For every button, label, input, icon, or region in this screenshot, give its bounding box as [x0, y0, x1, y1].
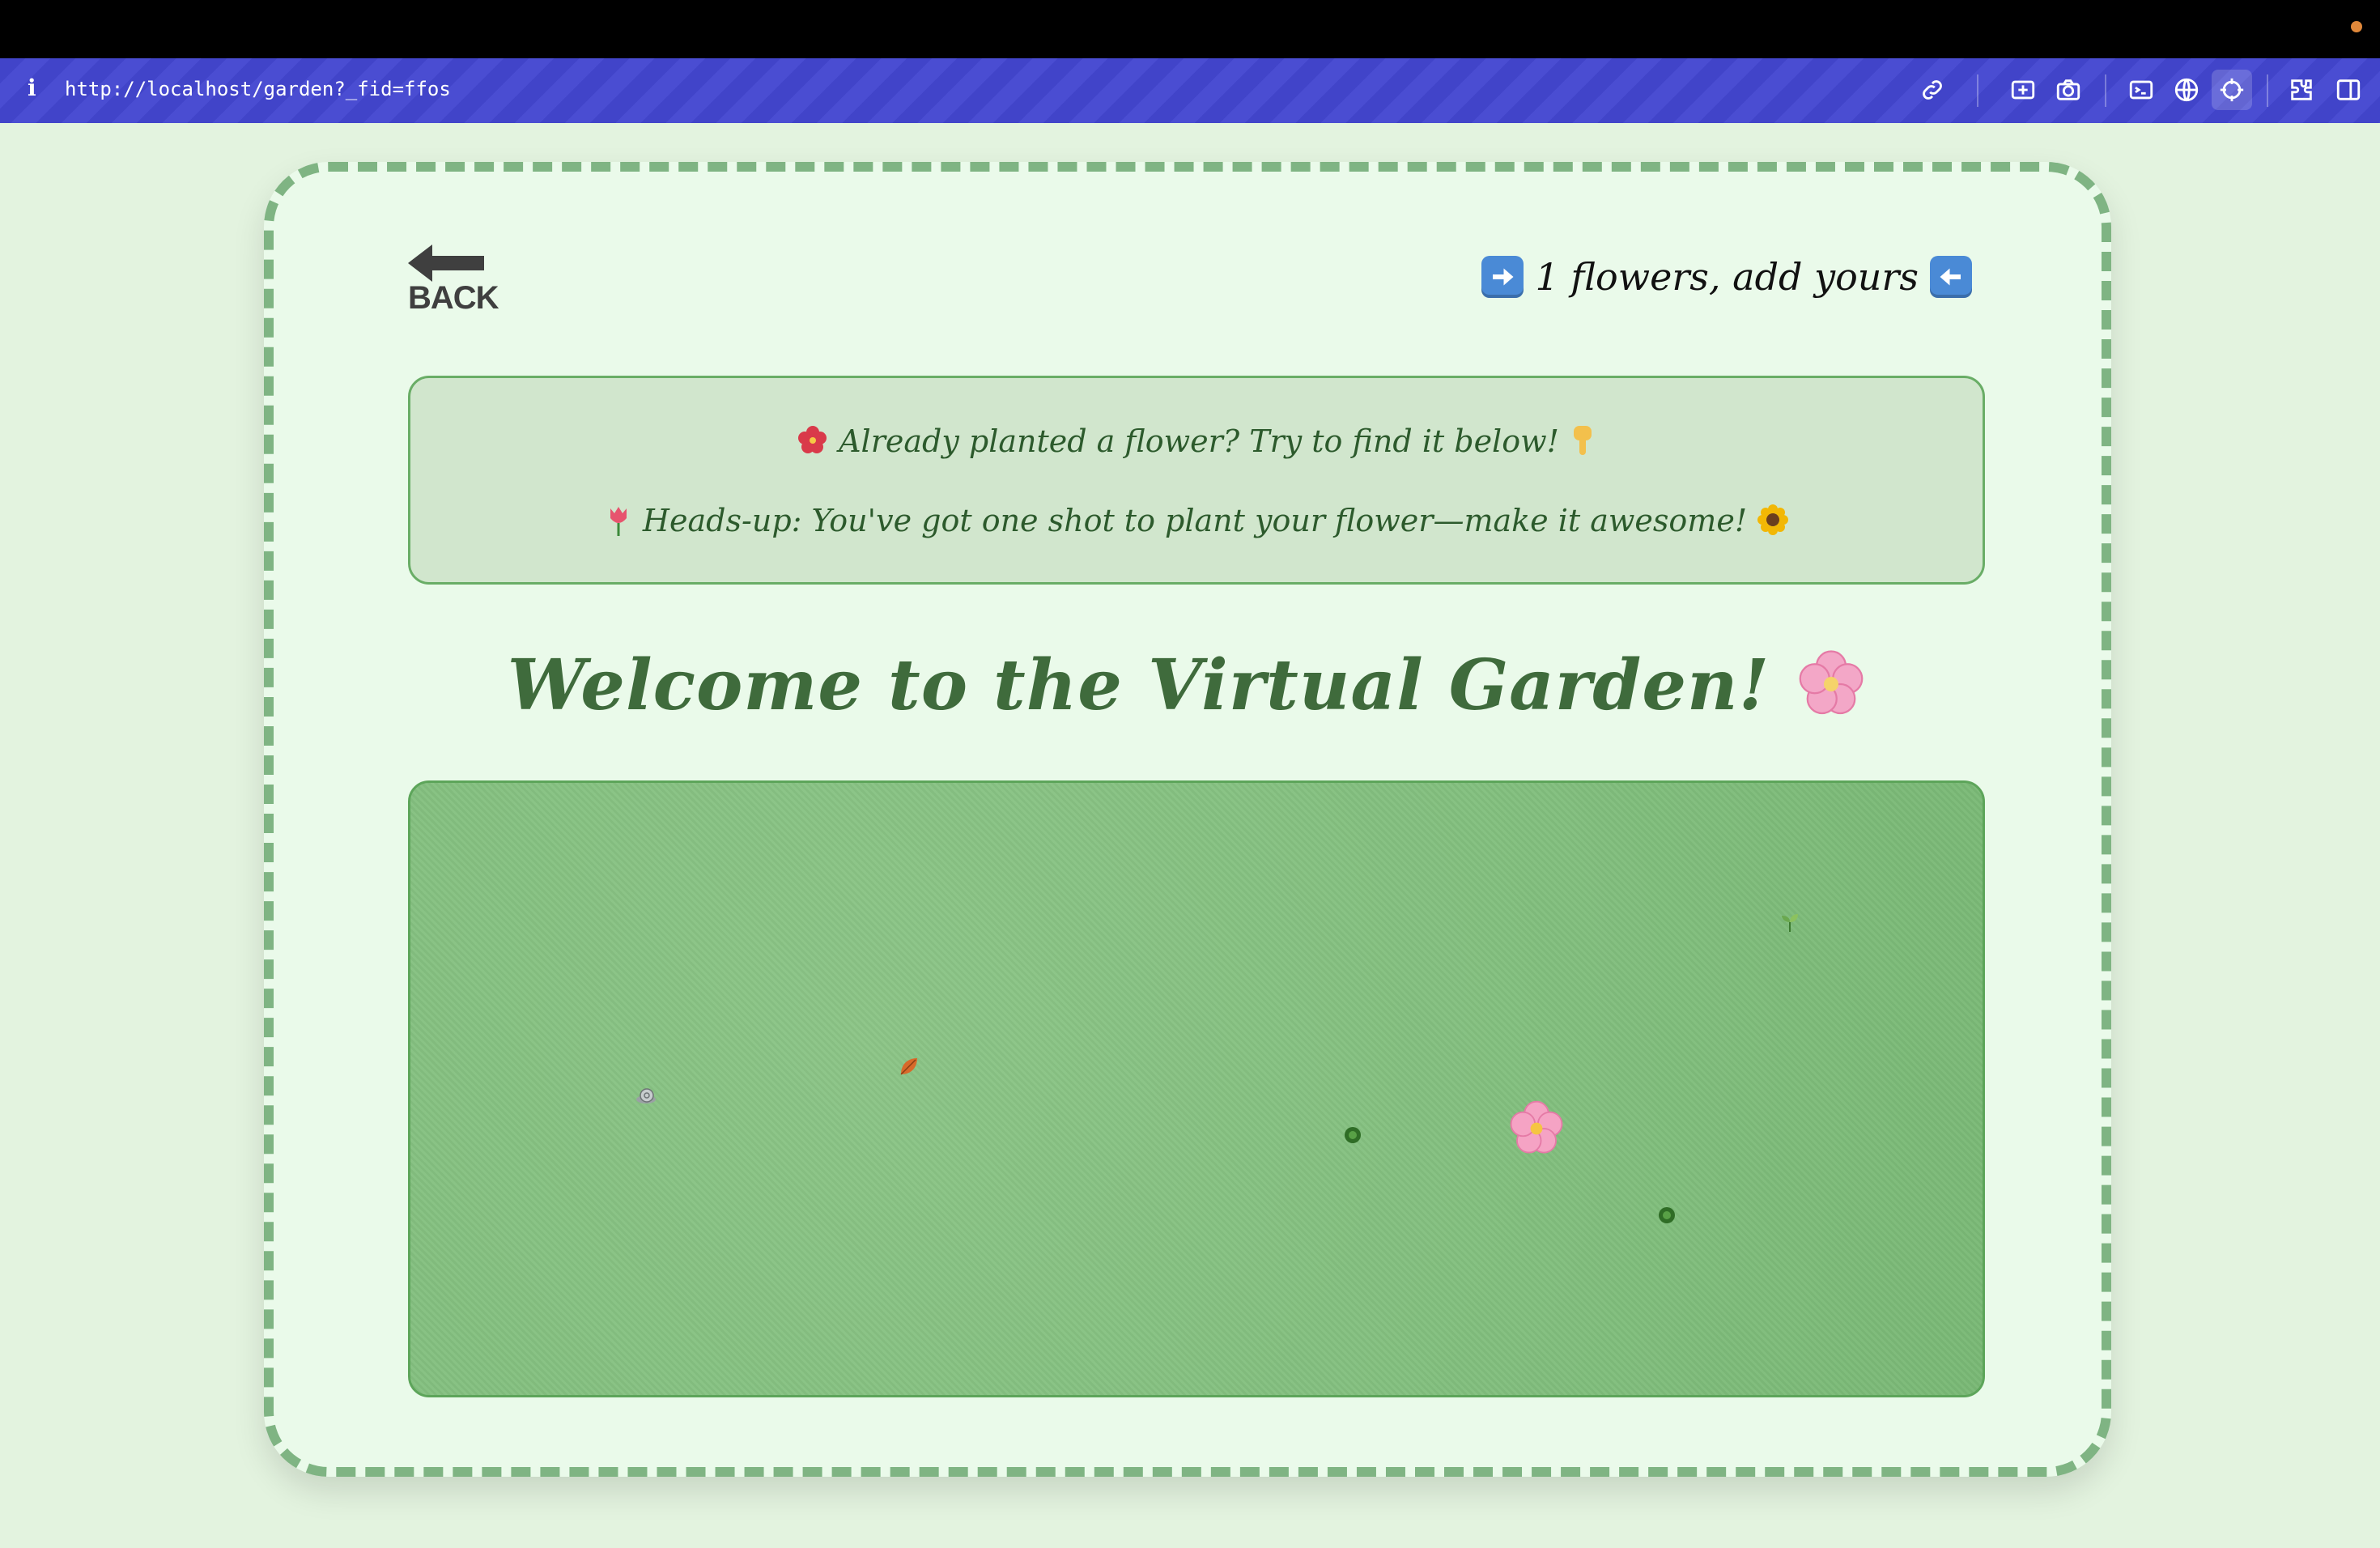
- toolbar-separator: [2105, 74, 2106, 107]
- sprout-icon: [1345, 1127, 1361, 1143]
- sprout-icon: [1659, 1207, 1675, 1223]
- counter-text: 1 flowers, add yours: [1535, 255, 1919, 299]
- back-arrow-icon: [408, 245, 484, 282]
- pointing-down-icon: [1573, 426, 1592, 455]
- page-title-text: Welcome to the Virtual Garden!: [507, 644, 1770, 726]
- toolbar-separator: [2267, 74, 2268, 107]
- info-icon[interactable]: i: [28, 74, 36, 101]
- back-button[interactable]: BACK: [408, 245, 499, 325]
- garden-area[interactable]: [408, 780, 1985, 1397]
- notice-line-1: Already planted a flower? Try to find it…: [410, 423, 1983, 459]
- link-icon[interactable]: [1919, 76, 1946, 104]
- inspect-icon[interactable]: [2009, 76, 2037, 104]
- window-titlebar: [0, 0, 2380, 58]
- seedling-icon: [1782, 914, 1798, 932]
- url-text[interactable]: http://localhost/garden?_fid=ffos: [65, 78, 451, 100]
- tulip-icon: [610, 507, 627, 536]
- notice-line-2-text: Heads-up: You've got one shot to plant y…: [642, 503, 1748, 538]
- leaf-icon: [900, 1058, 917, 1075]
- flower-counter: 1 flowers, add yours: [1481, 253, 1972, 301]
- extensions-icon[interactable]: [2288, 76, 2315, 104]
- hibiscus-icon: [798, 426, 827, 453]
- split-view-icon[interactable]: [2335, 76, 2362, 104]
- cherry-blossom-icon[interactable]: [1507, 1099, 1566, 1159]
- left-arrow-icon: [1930, 256, 1972, 298]
- cherry-blossom-icon: [1799, 650, 1864, 715]
- camera-icon[interactable]: [2055, 76, 2082, 104]
- status-dot: [2351, 21, 2362, 32]
- garden-card: BACK 1 flowers, add yours Already plante…: [264, 162, 2111, 1477]
- notice-line-2: Heads-up: You've got one shot to plant y…: [410, 503, 1983, 538]
- toolbar-separator: [1977, 74, 1978, 107]
- page-title: Welcome to the Virtual Garden!: [274, 644, 2102, 726]
- terminal-icon[interactable]: [2127, 76, 2155, 104]
- sunflower-icon: [1757, 504, 1789, 535]
- notice-box: Already planted a flower? Try to find it…: [408, 376, 1985, 585]
- snail-icon: [636, 1088, 656, 1104]
- right-arrow-icon: [1481, 256, 1524, 298]
- crosshair-icon[interactable]: [2212, 70, 2252, 110]
- notice-line-1-text: Already planted a flower? Try to find it…: [839, 423, 1559, 459]
- browser-address-bar: i http://localhost/garden?_fid=ffos: [0, 58, 2380, 123]
- globe-icon[interactable]: [2173, 76, 2200, 104]
- back-label: BACK: [408, 280, 499, 316]
